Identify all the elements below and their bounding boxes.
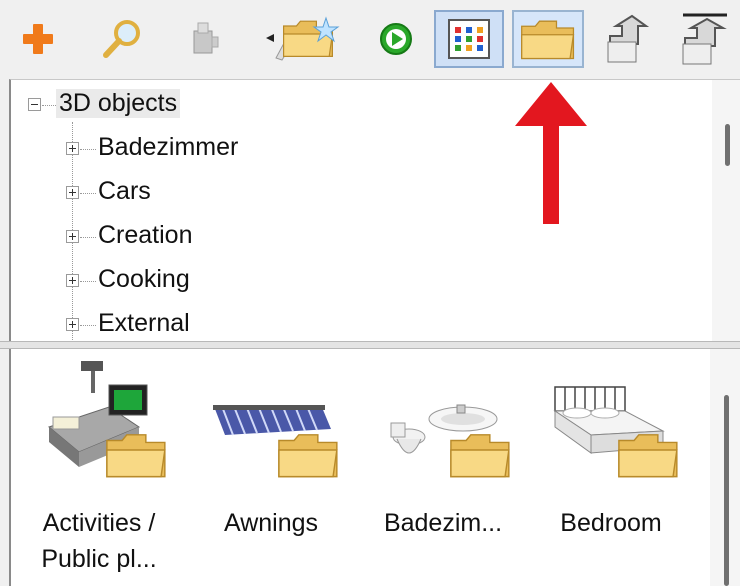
- magnifier-icon: [103, 20, 140, 58]
- play-button[interactable]: [366, 10, 426, 68]
- expand-icon[interactable]: [66, 230, 79, 243]
- tools-icon: [193, 22, 219, 54]
- folder-item-activities[interactable]: Activities / Public pl...: [19, 357, 179, 582]
- collapse-icon[interactable]: [28, 98, 41, 111]
- grid-view-button[interactable]: [434, 10, 504, 68]
- tree-connector: [80, 325, 96, 326]
- folder-item-badezimmer[interactable]: Badezim...: [363, 357, 523, 582]
- icon-view-scrollbar-thumb[interactable]: [724, 395, 729, 586]
- expand-icon[interactable]: [66, 274, 79, 287]
- folder-item-label: Badezim...: [383, 509, 503, 537]
- tree-scrollbar-thumb[interactable]: [725, 124, 730, 166]
- expand-icon[interactable]: [66, 318, 79, 331]
- up-button[interactable]: [598, 10, 658, 68]
- tree-connector: [80, 193, 96, 194]
- awning-folder-icon: [213, 405, 338, 478]
- icon-view-scrollbar[interactable]: [710, 349, 740, 586]
- play-icon: [380, 23, 412, 55]
- tree-connector: [80, 237, 96, 238]
- add-button[interactable]: [8, 10, 68, 68]
- tree-item-badezimmer[interactable]: Badezimmer: [98, 133, 238, 162]
- import-button[interactable]: [264, 10, 344, 68]
- bathroom-folder-icon: [390, 404, 510, 478]
- tree-root-3d-objects[interactable]: 3D objects: [56, 89, 181, 118]
- plus-icon: [23, 24, 53, 54]
- search-button[interactable]: [92, 10, 152, 68]
- cash-register-folder-icon: [47, 361, 166, 478]
- up-arrow-icon: [607, 14, 650, 63]
- pane-splitter[interactable]: [0, 341, 740, 349]
- bed-folder-icon: [553, 386, 678, 478]
- grid-view-icon: [448, 19, 490, 59]
- tree-item-cars[interactable]: Cars: [98, 177, 151, 206]
- top-arrow-icon: [682, 13, 727, 65]
- folder-item-awnings[interactable]: Awnings: [191, 357, 351, 582]
- folder-item-label: Activities / Public pl...: [41, 509, 157, 573]
- expand-icon[interactable]: [66, 142, 79, 155]
- folder-icon: [521, 20, 575, 60]
- folder-item-label: Bedroom: [560, 509, 662, 537]
- tree-connector: [80, 149, 96, 150]
- icon-view: Activities / Public pl... Awnings Badezi…: [9, 349, 740, 586]
- folder-item-bedroom[interactable]: Bedroom: [531, 357, 691, 582]
- tree-connector: [42, 105, 56, 106]
- toolbar: [0, 0, 740, 76]
- tree-scrollbar[interactable]: [712, 80, 740, 342]
- tools-button[interactable]: [176, 10, 236, 68]
- tree-item-cooking[interactable]: Cooking: [98, 265, 190, 294]
- folders-button[interactable]: [512, 10, 584, 68]
- tree-item-creation[interactable]: Creation: [98, 221, 193, 250]
- folder-item-label: Awnings: [223, 509, 319, 537]
- top-button[interactable]: [674, 10, 734, 68]
- import-folder-star-icon: [266, 16, 340, 61]
- expand-icon[interactable]: [66, 186, 79, 199]
- tree-connector: [80, 281, 96, 282]
- folder-tree: 3D objects Badezimmer Cars Creation Cook…: [9, 79, 740, 342]
- red-arrow-icon: [515, 82, 587, 224]
- tree-item-external[interactable]: External: [98, 309, 190, 338]
